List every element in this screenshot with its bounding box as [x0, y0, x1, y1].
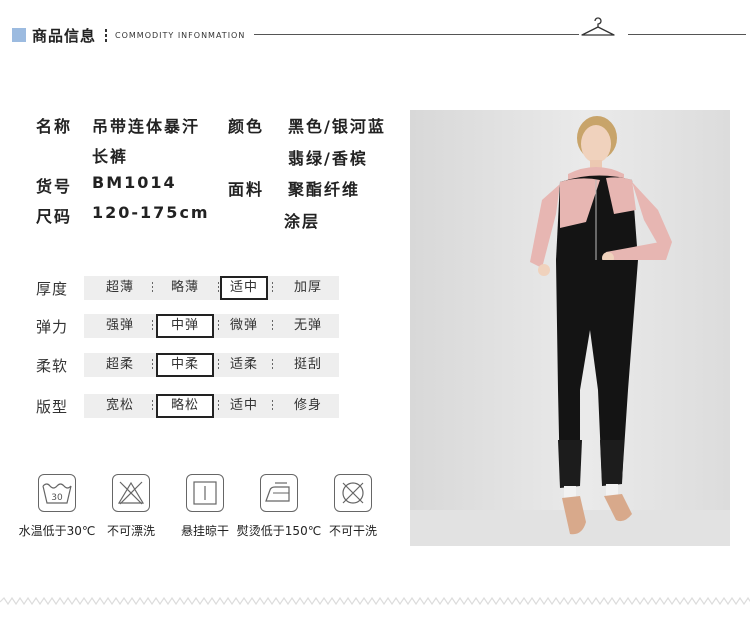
color-value-cont: 翡绿/香槟 — [288, 149, 368, 168]
section-subtitle: COMMODITY INFONMATION — [115, 31, 246, 40]
svg-text:30: 30 — [51, 493, 63, 503]
product-photo — [410, 110, 730, 546]
attribute-row: 厚度 超薄 略薄 适中 加厚 — [36, 276, 346, 300]
care-item-iron: 熨烫低于150℃ — [237, 474, 321, 538]
fabric-value: 聚酯纤维 — [288, 180, 361, 199]
color-label: 颜色 — [228, 117, 265, 136]
fabric-label: 面料 — [228, 180, 265, 199]
care-item-bleach: 不可漂洗 — [91, 474, 171, 538]
attribute-option: 修身 — [293, 398, 322, 413]
option-separator — [272, 282, 273, 294]
option-separator — [218, 400, 219, 412]
attribute-track: 宽松 略松 适中 修身 — [84, 394, 339, 418]
option-separator — [152, 320, 153, 332]
option-separator — [218, 282, 219, 294]
size-value: 120-175cm — [92, 203, 210, 222]
hang-dry-icon — [186, 474, 224, 512]
attribute-option: 加厚 — [293, 280, 322, 295]
option-separator — [272, 359, 273, 371]
attribute-track: 超柔 中柔 适柔 挺刮 — [84, 353, 339, 377]
hanger-icon — [581, 17, 615, 36]
attribute-row: 版型 宽松 略松 适中 修身 — [36, 394, 346, 418]
care-item-dryclean: 不可干洗 — [313, 474, 393, 538]
attribute-row: 弹力 强弹 中弹 微弹 无弹 — [36, 314, 346, 338]
option-separator — [218, 359, 219, 371]
attribute-option: 强弹 — [105, 318, 134, 333]
no-bleach-icon — [112, 474, 150, 512]
header-rule-right — [628, 34, 746, 35]
attribute-row: 柔软 超柔 中柔 适柔 挺刮 — [36, 353, 346, 377]
attribute-label: 柔软 — [36, 357, 69, 375]
option-separator — [218, 320, 219, 332]
care-item-wash: 30 水温低于30℃ — [17, 474, 97, 538]
attribute-option: 挺刮 — [293, 357, 322, 372]
section-title: 商品信息 — [32, 27, 97, 45]
header-divider — [105, 29, 107, 42]
sku-label: 货号 — [36, 177, 73, 196]
option-separator — [152, 400, 153, 412]
option-separator — [272, 320, 273, 332]
option-separator — [152, 359, 153, 371]
option-separator — [272, 400, 273, 412]
attribute-option: 超薄 — [105, 280, 134, 295]
attribute-option: 超柔 — [105, 357, 134, 372]
name-label: 名称 — [36, 117, 73, 136]
attribute-track: 强弹 中弹 微弹 无弹 — [84, 314, 339, 338]
attribute-label: 版型 — [36, 398, 69, 416]
attribute-option: 宽松 — [105, 398, 134, 413]
care-label-dryclean: 不可干洗 — [328, 524, 377, 538]
name-value: 吊带连体暴汗 — [92, 117, 201, 136]
attribute-option: 适柔 — [229, 357, 258, 372]
fabric-value-cont: 涂层 — [284, 212, 321, 231]
attribute-label: 弹力 — [36, 318, 69, 336]
attribute-option: 微弹 — [229, 318, 258, 333]
attribute-option: 适中 — [229, 398, 258, 413]
attribute-option: 无弹 — [293, 318, 322, 333]
attribute-label: 厚度 — [36, 280, 69, 298]
care-item-hang: 悬挂晾干 — [165, 474, 245, 538]
attribute-option: 略薄 — [170, 280, 199, 295]
iron-150-icon — [260, 474, 298, 512]
section-header: 商品信息 COMMODITY INFONMATION — [12, 24, 746, 46]
bottom-divider — [0, 596, 750, 606]
name-value-cont: 长裤 — [92, 147, 129, 166]
option-separator — [152, 282, 153, 294]
attribute-option-selected: 中柔 — [156, 353, 214, 377]
color-value: 黑色/银河蓝 — [288, 117, 386, 136]
sku-value: BM1014 — [92, 173, 177, 192]
attribute-track: 超薄 略薄 适中 加厚 — [84, 276, 339, 300]
no-dry-clean-icon — [334, 474, 372, 512]
attribute-option-selected: 略松 — [156, 394, 214, 418]
attribute-option-selected: 适中 — [220, 276, 268, 300]
attribute-option-selected: 中弹 — [156, 314, 214, 338]
wash-30-icon: 30 — [38, 474, 76, 512]
size-label: 尺码 — [36, 207, 73, 226]
header-square-marker — [12, 28, 26, 42]
header-rule-left — [254, 34, 579, 35]
